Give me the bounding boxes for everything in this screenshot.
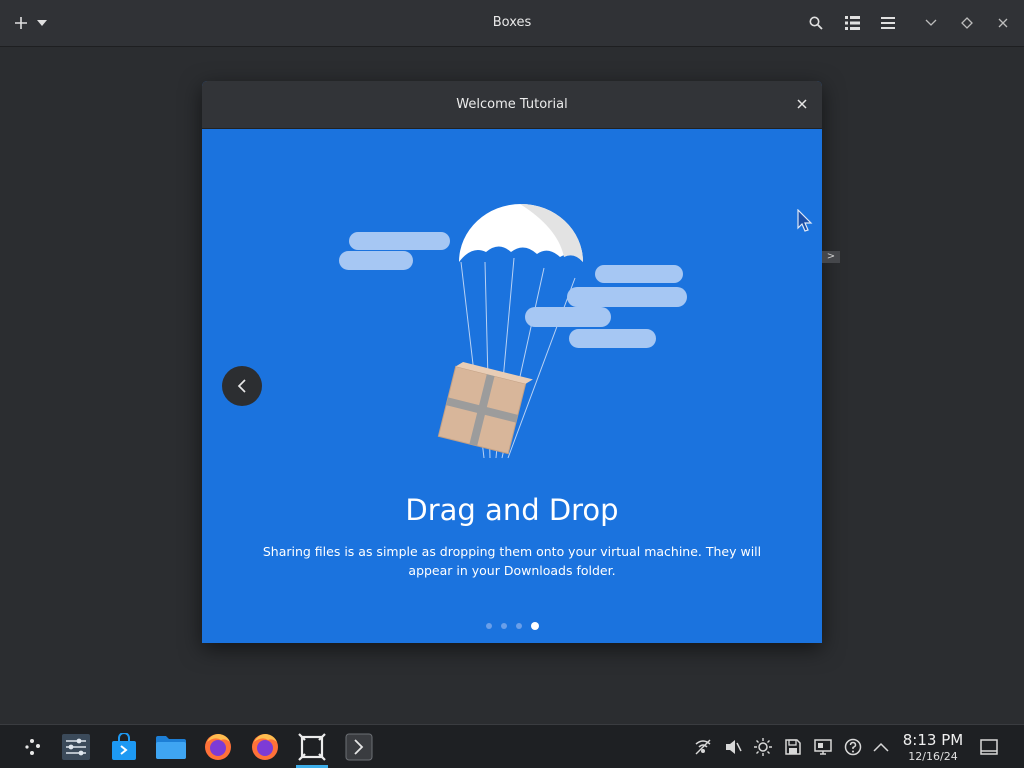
page-dot[interactable] <box>485 623 492 629</box>
system-settings-icon[interactable] <box>60 731 92 763</box>
slide-description: Sharing files is as simple as dropping t… <box>262 544 762 578</box>
page-dot[interactable] <box>500 623 507 629</box>
previous-slide-button[interactable] <box>222 366 262 406</box>
parachute-illustration <box>339 203 687 459</box>
side-panel-arrow-icon[interactable]: > <box>822 251 840 263</box>
clock-date[interactable]: 12/16/24 <box>896 750 970 763</box>
display-icon[interactable] <box>814 738 832 756</box>
search-icon[interactable] <box>805 12 827 34</box>
brightness-icon[interactable] <box>754 738 772 756</box>
firefox-icon[interactable] <box>249 731 281 763</box>
volume-muted-icon[interactable] <box>724 738 742 756</box>
dialog-close-icon[interactable] <box>794 96 810 112</box>
network-icon[interactable] <box>694 738 712 756</box>
close-icon[interactable] <box>992 12 1014 34</box>
welcome-tutorial-dialog: Welcome Tutorial Drag and Drop Sharing f… <box>202 81 822 643</box>
dialog-titlebar: Welcome Tutorial <box>202 81 822 129</box>
terminal-icon[interactable] <box>343 731 375 763</box>
slide-title: Drag and Drop <box>405 493 619 527</box>
file-manager-icon[interactable] <box>155 731 187 763</box>
page-dot-active[interactable] <box>530 622 539 630</box>
menu-icon[interactable] <box>877 12 899 34</box>
discover-store-icon[interactable] <box>108 731 140 763</box>
minimize-icon[interactable] <box>920 12 942 34</box>
storage-icon[interactable] <box>784 738 802 756</box>
slide-page-indicator <box>202 622 822 630</box>
headerbar: Boxes <box>0 0 1024 47</box>
launcher-icon[interactable] <box>18 731 50 763</box>
dialog-title: Welcome Tutorial <box>456 97 568 112</box>
show-desktop-icon[interactable] <box>980 738 998 756</box>
list-view-icon[interactable] <box>841 12 863 34</box>
help-icon[interactable] <box>844 738 862 756</box>
maximize-icon[interactable] <box>956 12 978 34</box>
clock-time[interactable]: 8:13 PM <box>896 731 970 749</box>
firefox-icon[interactable] <box>202 731 234 763</box>
expand-tray-icon[interactable] <box>872 738 890 756</box>
taskbar: 8:13 PM 12/16/24 <box>0 724 1024 768</box>
window-title: Boxes <box>492 15 532 30</box>
page-dot[interactable] <box>515 623 522 629</box>
mouse-cursor-icon <box>797 209 813 232</box>
boxes-icon[interactable] <box>296 731 328 763</box>
